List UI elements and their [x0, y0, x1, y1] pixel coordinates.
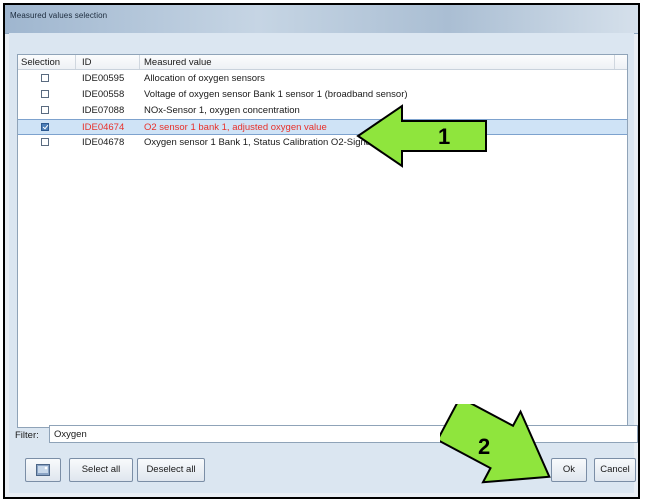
row-measured-value: Voltage of oxygen sensor Bank 1 sensor 1… — [144, 89, 408, 100]
table-row[interactable]: IDE07088 NOx-Sensor 1, oxygen concentrat… — [18, 103, 627, 119]
row-id: IDE04678 — [82, 137, 125, 148]
row-checkbox[interactable] — [41, 90, 49, 98]
row-measured-value: Oxygen sensor 1 Bank 1, Status Calibrati… — [144, 137, 374, 148]
column-header-id[interactable]: ID — [82, 57, 92, 68]
row-measured-value: Allocation of oxygen sensors — [144, 73, 265, 84]
cancel-button[interactable]: Cancel — [594, 458, 636, 482]
column-header-selection[interactable]: Selection — [21, 57, 60, 68]
window-title: Measured values selection — [10, 11, 108, 20]
row-checkbox[interactable] — [41, 106, 49, 114]
image-button[interactable] — [25, 458, 61, 482]
callout-label-1: 1 — [438, 124, 451, 149]
callout-arrow-down-right — [440, 404, 551, 484]
list-header: Selection ID Measured value — [18, 55, 627, 70]
row-id: IDE04674 — [82, 122, 125, 133]
column-divider[interactable] — [614, 55, 615, 69]
row-measured-value: NOx-Sensor 1, oxygen concentration — [144, 105, 300, 116]
column-divider[interactable] — [139, 55, 140, 69]
callout-label-2: 2 — [478, 434, 491, 459]
table-row[interactable]: IDE00558 Voltage of oxygen sensor Bank 1… — [18, 87, 627, 103]
row-id: IDE00558 — [82, 89, 125, 100]
filter-label: Filter: — [15, 430, 39, 441]
deselect-all-button[interactable]: Deselect all — [137, 458, 205, 482]
row-checkbox[interactable] — [41, 138, 49, 146]
row-checkbox[interactable] — [41, 74, 49, 82]
row-checkbox-checked[interactable] — [41, 123, 49, 131]
image-icon — [36, 464, 50, 476]
table-row[interactable]: IDE04678 Oxygen sensor 1 Bank 1, Status … — [18, 135, 627, 151]
table-row[interactable]: IDE00595 Allocation of oxygen sensors — [18, 71, 627, 87]
row-measured-value: O2 sensor 1 bank 1, adjusted oxygen valu… — [144, 122, 327, 133]
select-all-button[interactable]: Select all — [69, 458, 133, 482]
column-divider[interactable] — [75, 55, 76, 69]
row-id: IDE00595 — [82, 73, 125, 84]
row-id: IDE07088 — [82, 105, 125, 116]
table-row-selected[interactable]: IDE04674 O2 sensor 1 bank 1, adjusted ox… — [18, 119, 627, 135]
callout-arrow-left — [356, 104, 487, 168]
measured-values-list[interactable]: Selection ID Measured value IDE00595 All… — [17, 54, 628, 428]
title-bar[interactable]: Measured values selection — [5, 5, 638, 34]
column-header-measured-value[interactable]: Measured value — [144, 57, 212, 68]
